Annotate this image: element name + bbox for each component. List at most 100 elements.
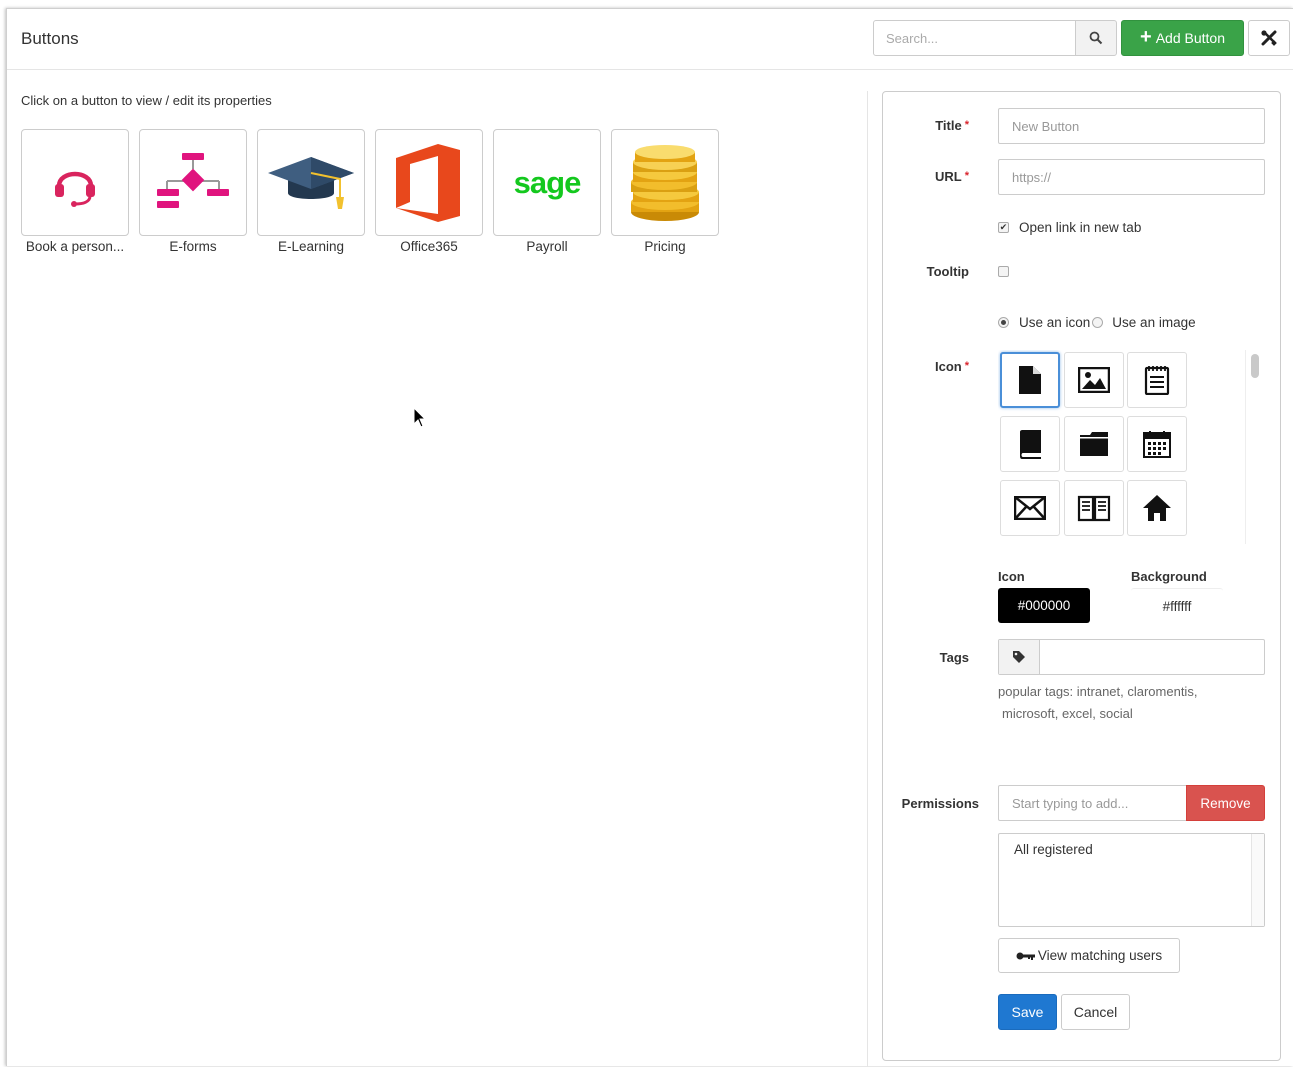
- open-new-tab-checkbox[interactable]: ✔: [998, 222, 1009, 233]
- tile-office365[interactable]: Office365: [375, 129, 483, 254]
- title-label-text: Title: [935, 118, 962, 133]
- icon-source-row: Use an icon Use an image: [998, 315, 1196, 330]
- required-marker: *: [964, 119, 969, 131]
- tile-label: Payroll: [526, 239, 568, 254]
- open-book-icon: [1077, 495, 1111, 522]
- file-icon: [1019, 366, 1041, 394]
- tags-input[interactable]: [1041, 640, 1263, 674]
- save-button[interactable]: Save: [998, 994, 1057, 1030]
- popular-tags-line: popular tags: intranet, claromentis,: [998, 684, 1198, 699]
- title-input[interactable]: [998, 108, 1265, 144]
- tile-label: Book a person...: [25, 239, 125, 254]
- use-icon-label: Use an icon: [1019, 315, 1091, 330]
- add-button[interactable]: + Add Button: [1121, 20, 1244, 56]
- tile-payroll[interactable]: sage Payroll: [493, 129, 601, 254]
- book-icon: [1020, 430, 1041, 459]
- tile-box[interactable]: [21, 129, 129, 236]
- headset-icon: [55, 171, 95, 207]
- notepad-icon: [1144, 366, 1170, 395]
- add-button-label: Add Button: [1155, 30, 1225, 46]
- settings-button[interactable]: [1248, 20, 1290, 56]
- search-button[interactable]: [1075, 20, 1117, 56]
- background-color-label: Background: [1131, 569, 1207, 584]
- tile-e-forms[interactable]: E-forms: [139, 129, 247, 254]
- required-marker: *: [964, 360, 969, 372]
- url-label: URL *: [903, 169, 969, 184]
- icon-label-text: Icon: [934, 359, 962, 374]
- use-icon-radio[interactable]: [998, 317, 1009, 328]
- tile-box[interactable]: [375, 129, 483, 236]
- icon-grid-scrollbar[interactable]: [1245, 350, 1263, 544]
- permissions-list[interactable]: All registered: [998, 833, 1265, 927]
- tooltip-row: [998, 266, 1019, 277]
- tile-box[interactable]: [139, 129, 247, 236]
- sage-logo: sage: [513, 164, 582, 200]
- home-icon: [1143, 495, 1171, 521]
- permissions-input[interactable]: [998, 785, 1188, 821]
- header-bar: Buttons + Add Button: [7, 9, 1293, 70]
- tile-box[interactable]: [257, 129, 365, 236]
- calendar-icon: [1143, 431, 1171, 458]
- tile-label: E-Learning: [277, 239, 345, 254]
- folder-icon: [1080, 432, 1108, 456]
- instructions-text: Click on a button to view / edit its pro…: [21, 93, 272, 108]
- office365-logo: [396, 143, 460, 222]
- permissions-list-scrollbar[interactable]: [1251, 834, 1264, 926]
- popular-tags: popular tags: intranet, claromentis, mic…: [998, 681, 1248, 725]
- cancel-button[interactable]: Cancel: [1061, 994, 1130, 1030]
- icon-color-picker[interactable]: #000000: [998, 588, 1090, 623]
- tag-addon: [999, 640, 1040, 674]
- icon-option-image[interactable]: [1064, 352, 1124, 408]
- tile-label: E-forms: [169, 239, 217, 254]
- tags-input-group: [998, 639, 1265, 675]
- icon-option-calendar[interactable]: [1127, 416, 1187, 472]
- tooltip-label: Tooltip: [926, 264, 969, 279]
- tools-icon: [1261, 30, 1277, 46]
- search-input[interactable]: [873, 20, 1076, 56]
- tooltip-checkbox[interactable]: [998, 266, 1009, 277]
- tile-e-learning[interactable]: E-Learning: [257, 129, 365, 254]
- key-icon: [1016, 952, 1035, 960]
- envelope-icon: [1014, 496, 1046, 520]
- url-input[interactable]: [998, 159, 1265, 195]
- icon-option-file[interactable]: [1000, 352, 1060, 408]
- tile-label: Pricing: [644, 239, 686, 254]
- view-matching-users-button[interactable]: View matching users: [998, 938, 1180, 973]
- use-image-radio[interactable]: [1092, 317, 1104, 328]
- mouse-cursor-icon: [413, 407, 427, 428]
- open-new-tab-label: Open link in new tab: [1019, 220, 1142, 235]
- tile-label: Office365: [400, 239, 458, 254]
- app-window: Buttons + Add Button Click on a button t…: [6, 8, 1293, 1067]
- icon-option-book[interactable]: [1000, 416, 1060, 472]
- url-label-text: URL: [935, 169, 962, 184]
- tile-box[interactable]: sage: [493, 129, 601, 236]
- scrollbar-thumb[interactable]: [1251, 354, 1259, 378]
- icon-picker-grid: [998, 350, 1266, 544]
- open-new-tab-row: ✔ Open link in new tab: [998, 220, 1141, 235]
- tags-label: Tags: [939, 650, 969, 665]
- remove-button[interactable]: Remove: [1186, 785, 1265, 821]
- coins-stack-icon: [631, 144, 699, 221]
- icon-option-envelope[interactable]: [1000, 480, 1060, 536]
- permissions-label: Permissions: [901, 796, 979, 811]
- icon-option-notepad[interactable]: [1127, 352, 1187, 408]
- search-icon: [1089, 31, 1103, 45]
- icon-option-home[interactable]: [1127, 480, 1187, 536]
- tile-book-a-person[interactable]: Book a person...: [21, 129, 129, 254]
- use-image-label: Use an image: [1112, 315, 1196, 330]
- graduation-cap-icon: [268, 156, 354, 209]
- icon-option-folder[interactable]: [1064, 416, 1124, 472]
- tag-icon: [1013, 651, 1025, 663]
- popular-tags-line: microsoft, excel, social: [1002, 706, 1133, 721]
- page-title: Buttons: [21, 29, 79, 48]
- required-marker: *: [964, 170, 969, 182]
- view-matching-users-label: View matching users: [1037, 948, 1163, 963]
- pane-divider: [867, 91, 868, 1067]
- properties-panel: Title* URL* ✔ Open link in new tab Toolt…: [882, 91, 1281, 1061]
- icon-option-open-book[interactable]: [1064, 480, 1124, 536]
- tile-box[interactable]: [611, 129, 719, 236]
- permission-item[interactable]: All registered: [1014, 842, 1093, 857]
- background-color-picker[interactable]: #ffffff: [1131, 588, 1223, 623]
- tile-pricing[interactable]: Pricing: [611, 129, 719, 254]
- icon-label: Icon *: [903, 359, 969, 374]
